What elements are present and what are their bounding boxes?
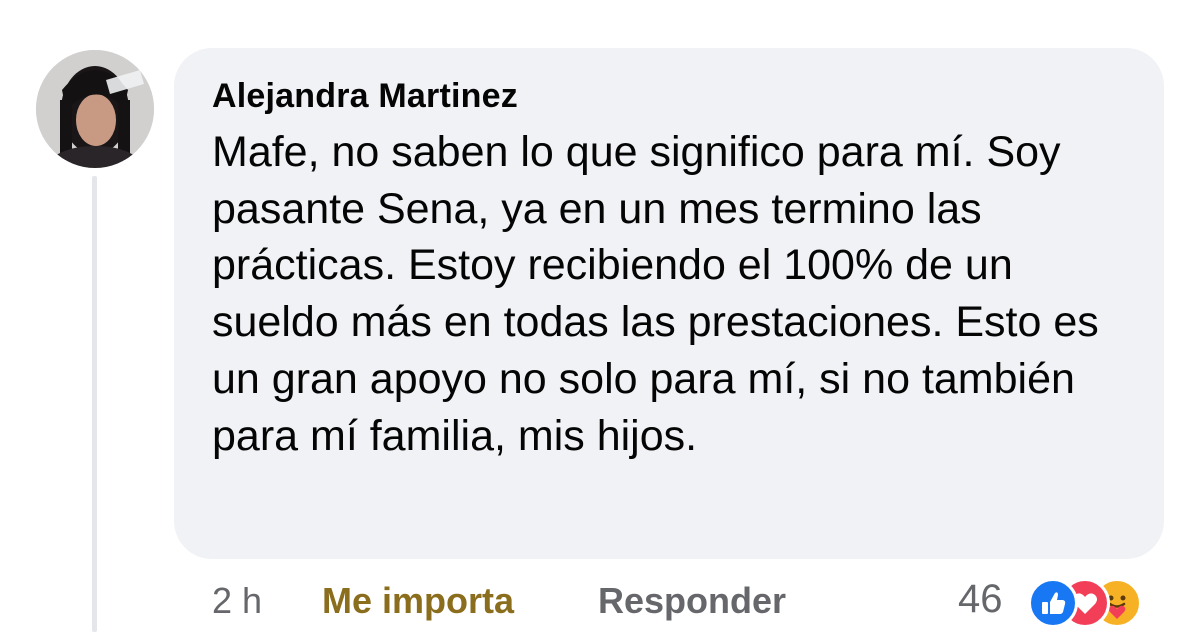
comment-text: Mafe, no saben lo que significo para mí.… [212,128,1099,460]
reaction-button[interactable]: Me importa [322,576,514,626]
reaction-count: 46 [958,577,1003,621]
like-icon [1028,578,1078,628]
reactions-summary[interactable]: 46 [956,570,1196,630]
comment-author[interactable]: Alejandra Martinez [212,74,1128,118]
thread-line [92,176,97,632]
timestamp[interactable]: 2 h [212,576,262,626]
reply-button[interactable]: Responder [598,576,786,626]
comment-bubble: Alejandra Martinez Mafe, no saben lo que… [174,48,1164,559]
avatar[interactable] [36,50,154,168]
